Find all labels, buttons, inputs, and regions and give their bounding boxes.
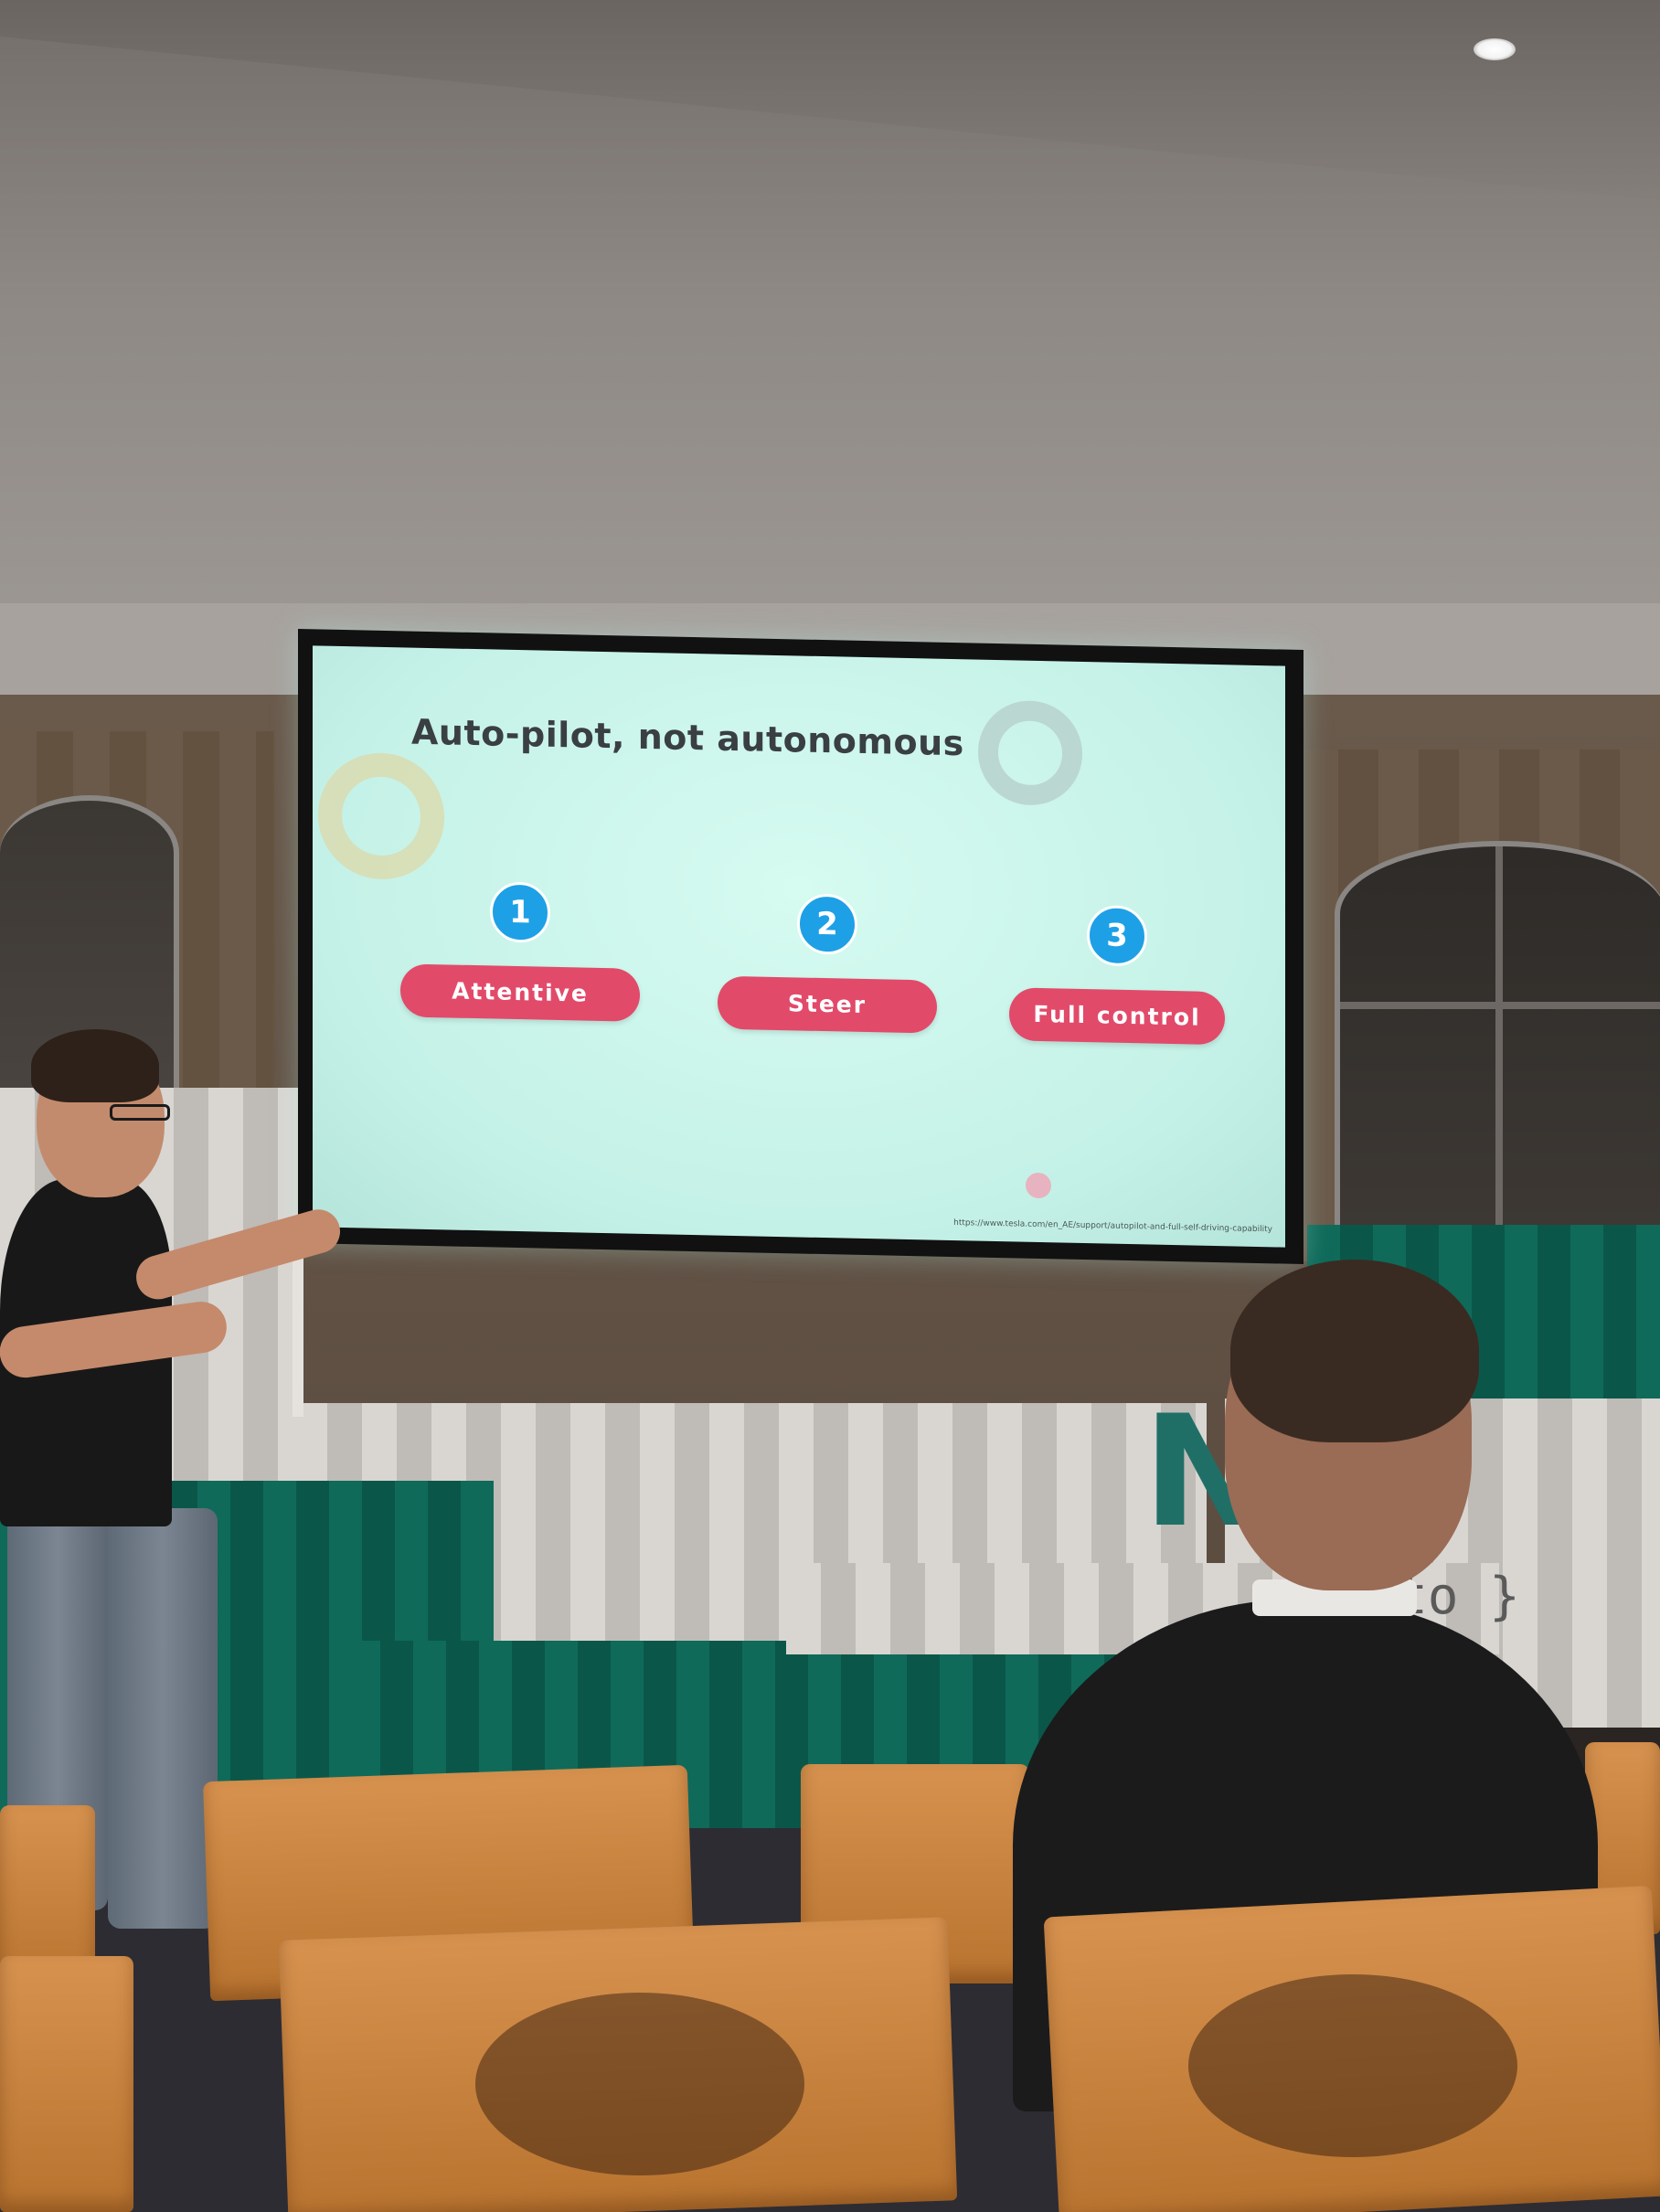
slide-source-url: https://www.tesla.com/en_AE/support/auto… bbox=[953, 1218, 1272, 1235]
microphone-stand bbox=[293, 1243, 303, 1417]
presenter-jeans-right bbox=[108, 1508, 218, 1929]
step-label-pill: Attentive bbox=[400, 963, 640, 1022]
step-label-pill: Full control bbox=[1009, 987, 1225, 1046]
step-number-badge: 1 bbox=[490, 881, 550, 943]
step-3: 3 Full control bbox=[994, 903, 1240, 1046]
decorative-ring-yellow bbox=[318, 751, 444, 881]
decorative-ring-grey bbox=[978, 699, 1082, 806]
step-2: 2 Steer bbox=[704, 891, 951, 1034]
decorative-dot-pink bbox=[1026, 1172, 1051, 1199]
audience-member-hair bbox=[1230, 1260, 1479, 1442]
chair-shadow bbox=[475, 1993, 804, 2175]
chair bbox=[0, 1956, 133, 2212]
step-number-badge: 2 bbox=[797, 893, 857, 955]
presenter-glasses bbox=[110, 1104, 170, 1121]
arched-window-right bbox=[1335, 841, 1660, 1236]
step-label-pill: Steer bbox=[718, 975, 937, 1034]
chair-shadow bbox=[1188, 1974, 1517, 2157]
projection-screen: Auto-pilot, not autonomous 1 Attentive 2… bbox=[298, 629, 1304, 1265]
step-1: 1 Attentive bbox=[397, 879, 644, 1022]
presenter-hair bbox=[31, 1029, 159, 1102]
slide-title: Auto-pilot, not autonomous bbox=[411, 711, 964, 764]
conference-room-scene: NC to } Auto-pilot, not autonomous 1 Att… bbox=[0, 0, 1660, 2212]
presentation-slide: Auto-pilot, not autonomous 1 Attentive 2… bbox=[313, 645, 1285, 1248]
ceiling-light bbox=[1474, 38, 1516, 60]
step-number-badge: 3 bbox=[1087, 905, 1147, 967]
